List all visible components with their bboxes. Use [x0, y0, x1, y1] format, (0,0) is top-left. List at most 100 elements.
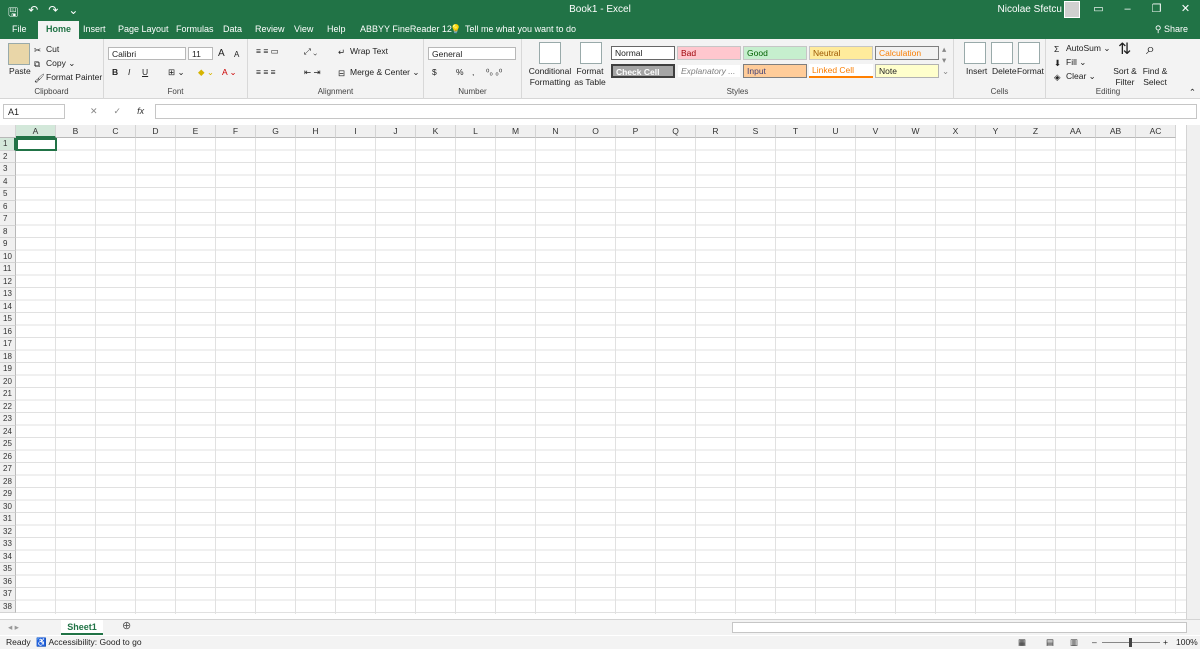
- collapse-ribbon-icon[interactable]: ⌃: [1189, 87, 1196, 98]
- style-input[interactable]: Input: [743, 64, 807, 78]
- insert-button[interactable]: Insert: [966, 66, 987, 77]
- column-header[interactable]: W: [896, 125, 936, 138]
- normal-view-icon[interactable]: ▦: [1018, 637, 1026, 648]
- copy-button[interactable]: ⧉ Copy ⌄: [34, 58, 75, 69]
- row-header[interactable]: 5: [0, 188, 16, 201]
- fill-color-icon[interactable]: ◆ ⌄: [198, 67, 214, 78]
- row-header[interactable]: 28: [0, 475, 16, 488]
- row-header[interactable]: 32: [0, 525, 16, 538]
- row-header[interactable]: 24: [0, 425, 16, 438]
- column-header[interactable]: AB: [1096, 125, 1136, 138]
- row-header[interactable]: 26: [0, 450, 16, 463]
- fill-button[interactable]: ⬇ Fill ⌄: [1054, 57, 1086, 68]
- row-header[interactable]: 29: [0, 488, 16, 501]
- paste-button[interactable]: Paste: [9, 66, 31, 77]
- cut-button[interactable]: ✂ Cut: [34, 44, 59, 55]
- row-header[interactable]: 10: [0, 250, 16, 263]
- orientation-icon[interactable]: ⤢ ⌄: [304, 46, 317, 57]
- clear-button[interactable]: ◈ Clear ⌄: [1054, 71, 1096, 82]
- row-header[interactable]: 30: [0, 500, 16, 513]
- user-name[interactable]: Nicolae Sfetcu: [998, 4, 1062, 15]
- paste-icon[interactable]: [8, 43, 30, 65]
- share-button[interactable]: ⚲ Share: [1155, 24, 1188, 35]
- font-name-select[interactable]: Calibri: [108, 47, 186, 60]
- styles-scroll-icon[interactable]: ▴ ▾ ⌄: [942, 44, 949, 77]
- conditional-formatting-button[interactable]: Conditional Formatting: [526, 66, 574, 88]
- style-good[interactable]: Good: [743, 46, 807, 60]
- ribbon-display-icon[interactable]: ▭: [1084, 0, 1113, 18]
- tell-me-search[interactable]: Tell me what you want to do: [465, 23, 576, 36]
- tab-review[interactable]: Review: [255, 23, 285, 36]
- insert-function-icon[interactable]: fx: [137, 106, 144, 117]
- tab-view[interactable]: View: [294, 23, 313, 36]
- indent-icon[interactable]: ⇤ ⇥: [304, 67, 321, 78]
- insert-cells-icon[interactable]: [964, 42, 986, 64]
- page-layout-view-icon[interactable]: ▤: [1046, 637, 1054, 648]
- italic-button[interactable]: I: [128, 67, 130, 78]
- row-header[interactable]: 21: [0, 388, 16, 401]
- autosum-button[interactable]: Σ AutoSum ⌄: [1054, 43, 1110, 54]
- conditional-formatting-icon[interactable]: [539, 42, 561, 64]
- column-header[interactable]: I: [336, 125, 376, 138]
- find-icon[interactable]: ⌕: [1146, 42, 1155, 58]
- style-bad[interactable]: Bad: [677, 46, 741, 60]
- delete-button[interactable]: Delete: [992, 66, 1017, 77]
- column-header[interactable]: S: [736, 125, 776, 138]
- column-header[interactable]: L: [456, 125, 496, 138]
- row-header[interactable]: 11: [0, 263, 16, 276]
- delete-cells-icon[interactable]: [991, 42, 1013, 64]
- font-color-icon[interactable]: A ⌄: [222, 67, 237, 78]
- column-header[interactable]: P: [616, 125, 656, 138]
- grow-font-button[interactable]: A: [218, 48, 225, 59]
- underline-button[interactable]: U: [142, 67, 148, 78]
- row-header[interactable]: 34: [0, 550, 16, 563]
- select-all-corner[interactable]: [0, 125, 16, 138]
- column-header[interactable]: AA: [1056, 125, 1096, 138]
- sheet-nav-icon[interactable]: ◂ ▸: [8, 622, 19, 633]
- row-header[interactable]: 22: [0, 400, 16, 413]
- column-header[interactable]: F: [216, 125, 256, 138]
- row-header[interactable]: 16: [0, 325, 16, 338]
- column-header[interactable]: B: [56, 125, 96, 138]
- row-header[interactable]: 2: [0, 150, 16, 163]
- sort-filter-icon[interactable]: ⇅: [1118, 42, 1131, 58]
- zoom-out-icon[interactable]: –: [1092, 637, 1097, 648]
- tab-file[interactable]: File: [12, 23, 27, 36]
- tab-abbyy[interactable]: ABBYY FineReader 12: [360, 23, 452, 36]
- zoom-slider-thumb[interactable]: [1129, 638, 1132, 647]
- bold-button[interactable]: B: [112, 67, 118, 78]
- column-header[interactable]: AC: [1136, 125, 1176, 138]
- row-header[interactable]: 36: [0, 575, 16, 588]
- row-header[interactable]: 33: [0, 538, 16, 551]
- tab-data[interactable]: Data: [223, 23, 242, 36]
- row-header[interactable]: 7: [0, 213, 16, 226]
- row-header[interactable]: 8: [0, 225, 16, 238]
- name-box[interactable]: A1: [3, 104, 65, 119]
- number-format-select[interactable]: General: [428, 47, 516, 60]
- row-header[interactable]: 38: [0, 600, 16, 613]
- row-header[interactable]: 37: [0, 588, 16, 601]
- avatar[interactable]: [1064, 1, 1080, 18]
- minimize-icon[interactable]: –: [1113, 0, 1142, 18]
- column-header[interactable]: J: [376, 125, 416, 138]
- shrink-font-button[interactable]: A: [234, 49, 239, 60]
- percent-button[interactable]: %: [456, 67, 464, 78]
- sheet-tab-sheet1[interactable]: Sheet1: [61, 620, 103, 635]
- column-header[interactable]: D: [136, 125, 176, 138]
- row-header[interactable]: 6: [0, 200, 16, 213]
- style-check-cell[interactable]: Check Cell: [611, 64, 675, 78]
- column-header[interactable]: V: [856, 125, 896, 138]
- row-header[interactable]: 12: [0, 275, 16, 288]
- active-cell-a1[interactable]: [16, 138, 57, 151]
- restore-icon[interactable]: ❐: [1142, 0, 1171, 18]
- row-header[interactable]: 35: [0, 563, 16, 576]
- row-header[interactable]: 25: [0, 438, 16, 451]
- column-header[interactable]: M: [496, 125, 536, 138]
- accessibility-status[interactable]: ♿ Accessibility: Good to go: [36, 637, 142, 648]
- row-header[interactable]: 3: [0, 163, 16, 176]
- sort-filter-button[interactable]: Sort & Filter: [1108, 66, 1142, 88]
- style-neutral[interactable]: Neutral: [809, 46, 873, 60]
- format-cells-icon[interactable]: [1018, 42, 1040, 64]
- row-header[interactable]: 19: [0, 363, 16, 376]
- column-header[interactable]: U: [816, 125, 856, 138]
